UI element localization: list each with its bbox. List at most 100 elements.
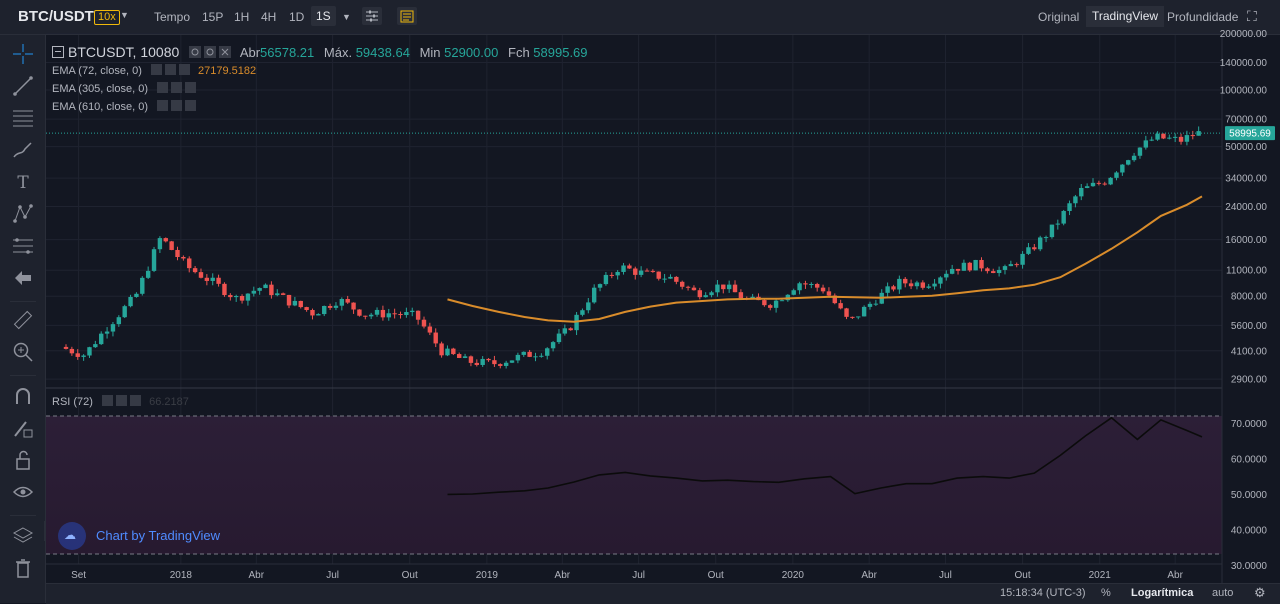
- legend-open-value: 56578.21: [260, 45, 315, 60]
- gear-icon[interactable]: ⚙: [1254, 585, 1266, 601]
- rsi-controls-icon[interactable]: [102, 395, 146, 406]
- candle-body: [75, 353, 80, 357]
- candle-body: [81, 355, 86, 357]
- legend-ema3: EMA (610, close, 0): [52, 100, 201, 113]
- candle-body: [1161, 133, 1166, 139]
- candle-body: [1178, 136, 1184, 142]
- candle-body: [480, 358, 485, 365]
- candle-body: [1167, 137, 1172, 139]
- candle-body: [175, 249, 180, 258]
- candle-body: [122, 306, 127, 318]
- time-tick-label: Jul: [632, 570, 645, 581]
- auto-scale-toggle[interactable]: auto: [1212, 587, 1233, 599]
- candle-body: [797, 283, 802, 291]
- candle-body: [949, 268, 955, 274]
- candle-body: [433, 332, 438, 344]
- legend-collapse-icon[interactable]: [52, 46, 64, 58]
- svg-text:58995.69: 58995.69: [1229, 129, 1271, 140]
- candle-body: [914, 282, 920, 287]
- candle-body: [1037, 237, 1043, 250]
- candle-body: [691, 287, 697, 291]
- candle-body: [721, 284, 726, 290]
- tradingview-watermark[interactable]: ☁ Chart by TradingView: [58, 522, 236, 550]
- candle-body: [897, 278, 902, 290]
- candle-body: [515, 354, 521, 361]
- time-tick-label: Abr: [555, 570, 571, 581]
- time-tick-label: 2019: [476, 570, 499, 581]
- candle-body: [386, 313, 391, 318]
- candle-body: [1102, 183, 1107, 185]
- candle-body: [1084, 186, 1090, 188]
- candle-body: [333, 305, 339, 308]
- price-tick-label: 5600.00: [1231, 321, 1268, 332]
- legend-visibility-icons[interactable]: [188, 46, 237, 58]
- time-tick-label: Jul: [939, 570, 952, 581]
- price-tick-label: 200000.00: [1220, 29, 1268, 40]
- candle-body: [1008, 264, 1014, 267]
- candle-body: [286, 294, 292, 306]
- candle-body: [222, 283, 227, 296]
- candle-body: [850, 316, 855, 318]
- candle-body: [228, 295, 233, 298]
- candle-body: [996, 269, 1002, 274]
- candle-body: [474, 362, 480, 365]
- candle-body: [1032, 247, 1037, 250]
- candle-body: [275, 293, 280, 296]
- candle-body: [973, 259, 978, 271]
- watermark-text: Chart by TradingView: [96, 528, 221, 543]
- candle-body: [1108, 177, 1113, 185]
- candle-body: [926, 286, 931, 288]
- candle-body: [509, 360, 515, 363]
- legend-open-label: Abr: [239, 45, 261, 60]
- candle-body: [99, 333, 104, 345]
- candle-body: [468, 356, 474, 363]
- candle-body: [1126, 160, 1131, 165]
- candle-body: [668, 276, 673, 279]
- time-tick-label: Jul: [326, 570, 339, 581]
- candle-body: [562, 328, 568, 334]
- candle-body: [685, 286, 691, 288]
- candle-body: [140, 277, 145, 294]
- candle-body: [87, 347, 92, 356]
- candle-body: [351, 302, 356, 310]
- chart-legend: BTCUSDT, 10080 Abr56578.21 Máx. 59438.64…: [52, 44, 588, 60]
- candle-body: [1137, 147, 1143, 156]
- legend-ema2: EMA (305, close, 0): [52, 82, 201, 95]
- candle-body: [269, 284, 274, 296]
- candle-body: [410, 310, 415, 313]
- ema1-controls-icon[interactable]: [150, 64, 195, 75]
- candle-body: [662, 278, 667, 280]
- candle-body: [116, 317, 122, 325]
- candle-body: [885, 286, 890, 293]
- candle-body: [134, 293, 139, 297]
- clock-time[interactable]: 15:18:34 (UTC-3): [1000, 587, 1086, 599]
- candle-body: [633, 268, 638, 275]
- candle-body: [1049, 224, 1055, 238]
- candle-body: [1043, 237, 1049, 239]
- candle-body: [709, 292, 714, 296]
- candle-body: [257, 288, 262, 291]
- candle-body: [93, 344, 98, 348]
- candle-body: [621, 265, 626, 272]
- candle-body: [1114, 172, 1119, 178]
- ema2-controls-icon[interactable]: [157, 82, 201, 93]
- candle-body: [145, 270, 151, 278]
- candle-body: [486, 358, 491, 361]
- candle-body: [597, 284, 603, 288]
- candle-body: [903, 278, 908, 284]
- last-price-label: 58995.69: [1225, 126, 1275, 141]
- ema2-label: EMA (305, close, 0): [52, 83, 148, 95]
- candle-body: [732, 284, 738, 293]
- candle-body: [703, 295, 708, 298]
- candle-body: [398, 314, 403, 316]
- ema3-controls-icon[interactable]: [157, 100, 201, 111]
- candle-body: [304, 307, 309, 311]
- percent-toggle[interactable]: %: [1101, 587, 1111, 599]
- ema1-value: 27179.5182: [198, 65, 257, 77]
- candle-body: [527, 351, 532, 357]
- log-scale-toggle[interactable]: Logarítmica: [1131, 587, 1193, 599]
- candle-body: [791, 290, 796, 295]
- candle-body: [357, 309, 362, 316]
- price-tick-label: 50000.00: [1225, 142, 1267, 153]
- candle-body: [316, 314, 321, 316]
